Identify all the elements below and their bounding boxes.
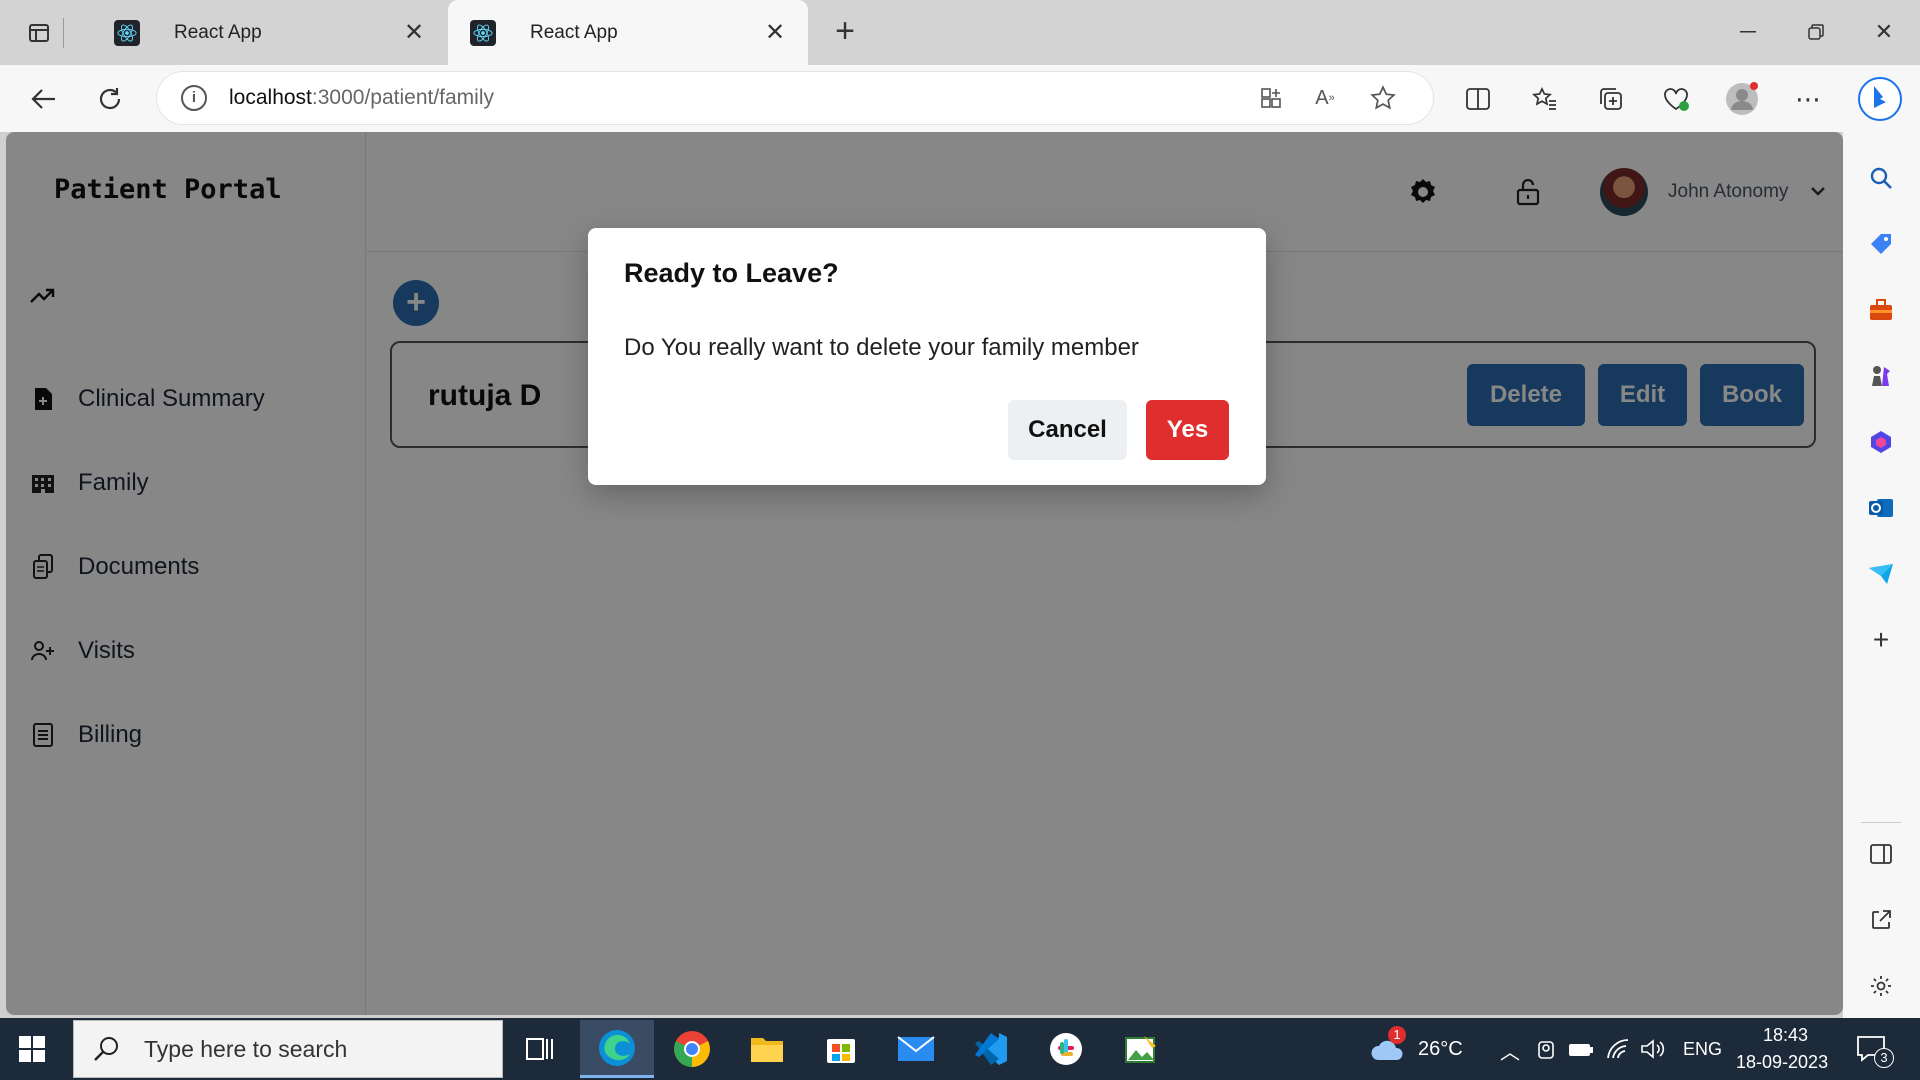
clock-date[interactable]: 18-09-2023 [1736,1052,1828,1073]
tools-briefcase-icon[interactable] [1865,294,1897,326]
windows-start-icon[interactable] [18,1035,46,1063]
browser-essentials-icon[interactable] [1658,81,1694,117]
url-text: localhost:3000/patient/family [229,86,494,109]
settings-gear-icon[interactable] [1865,970,1897,1002]
modal-message: Do You really want to delete your family… [624,334,1139,361]
browser-tab-strip: React App ✕ React App ✕ + ✕ [0,0,1920,65]
back-icon[interactable] [26,81,62,117]
slack-icon[interactable] [1029,1020,1103,1078]
app-available-icon[interactable] [1253,80,1289,116]
react-icon [470,19,496,46]
close-window-icon[interactable]: ✕ [1866,14,1902,50]
site-info-icon[interactable]: i [181,85,207,111]
meet-now-icon[interactable] [1535,1040,1557,1065]
weather-cloud-icon[interactable]: 1 [1370,1026,1406,1066]
edge-taskbar-icon[interactable] [580,1020,654,1078]
collections-icon[interactable] [1593,81,1629,117]
outlook-icon[interactable] [1865,492,1897,524]
browser-toolbar: i localhost:3000/patient/family A» ⋯ [0,65,1920,132]
favorite-star-icon[interactable] [1365,80,1401,116]
games-chess-icon[interactable] [1865,360,1897,392]
sidebar-divider [1861,822,1901,823]
vscode-icon[interactable] [954,1020,1028,1078]
shopping-tag-icon[interactable] [1865,228,1897,260]
tab-title: React App [530,21,618,43]
app-viewport: Patient Portal Clinical Summary Family D… [6,132,1843,1015]
browser-tab[interactable]: React App ✕ [92,0,447,65]
new-tab-button[interactable]: + [828,14,862,48]
close-tab-icon[interactable]: ✕ [399,18,429,48]
tab-actions-icon [29,24,49,42]
read-aloud-icon[interactable]: A» [1307,80,1343,116]
hide-sidebar-icon[interactable] [1865,838,1897,870]
confirm-yes-button[interactable]: Yes [1146,400,1229,460]
edge-sidebar: + [1843,132,1920,1018]
modal-title: Ready to Leave? [624,258,839,288]
tab-actions-button[interactable] [28,18,64,48]
cancel-button[interactable]: Cancel [1008,400,1127,460]
search-icon [94,1037,118,1061]
mail-icon[interactable] [879,1020,953,1078]
chevron-up-icon[interactable]: ︿ [1500,1036,1520,1065]
volume-icon[interactable] [1640,1038,1666,1065]
chrome-taskbar-icon[interactable] [655,1020,729,1078]
language-indicator[interactable]: ENG [1683,1039,1722,1060]
favorites-icon[interactable] [1527,81,1563,117]
close-tab-icon[interactable]: ✕ [760,18,790,48]
microsoft-365-icon[interactable] [1865,426,1897,458]
taskbar-search-placeholder: Type here to search [144,1035,348,1062]
battery-icon[interactable] [1568,1042,1594,1063]
browser-tab-active[interactable]: React App ✕ [448,0,808,65]
add-sidebar-app-icon[interactable]: + [1865,624,1897,656]
restore-icon[interactable] [1798,14,1834,50]
confirm-delete-modal: Ready to Leave? Do You really want to de… [588,228,1266,485]
open-external-icon[interactable] [1865,904,1897,936]
weather-badge: 1 [1388,1026,1406,1044]
split-screen-icon[interactable] [1460,81,1496,117]
react-icon [114,19,140,46]
refresh-icon[interactable] [92,81,128,117]
wifi-icon[interactable] [1606,1038,1630,1065]
task-view-icon[interactable] [503,1020,577,1078]
address-bar[interactable]: i localhost:3000/patient/family A» [157,72,1433,124]
search-icon[interactable] [1865,162,1897,194]
notification-count: 3 [1874,1048,1894,1068]
clock-time[interactable]: 18:43 [1763,1025,1808,1046]
weather-temp[interactable]: 26°C [1418,1038,1463,1061]
image-viewer-icon[interactable] [1104,1020,1178,1078]
microsoft-store-icon[interactable] [804,1020,878,1078]
send-paper-plane-icon[interactable] [1865,558,1897,590]
notifications-icon[interactable]: 3 [1856,1034,1896,1068]
taskbar-search-box[interactable]: Type here to search [73,1020,503,1078]
windows-taskbar: Type here to search 1 26°C ︿ ENG 18:43 1… [0,1018,1920,1080]
more-options-icon[interactable]: ⋯ [1790,81,1826,117]
profile-avatar-icon[interactable] [1724,81,1760,117]
minimize-icon[interactable] [1730,14,1766,50]
tab-title: React App [174,21,262,43]
bing-copilot-icon[interactable] [1856,75,1904,123]
file-explorer-icon[interactable] [730,1020,804,1078]
